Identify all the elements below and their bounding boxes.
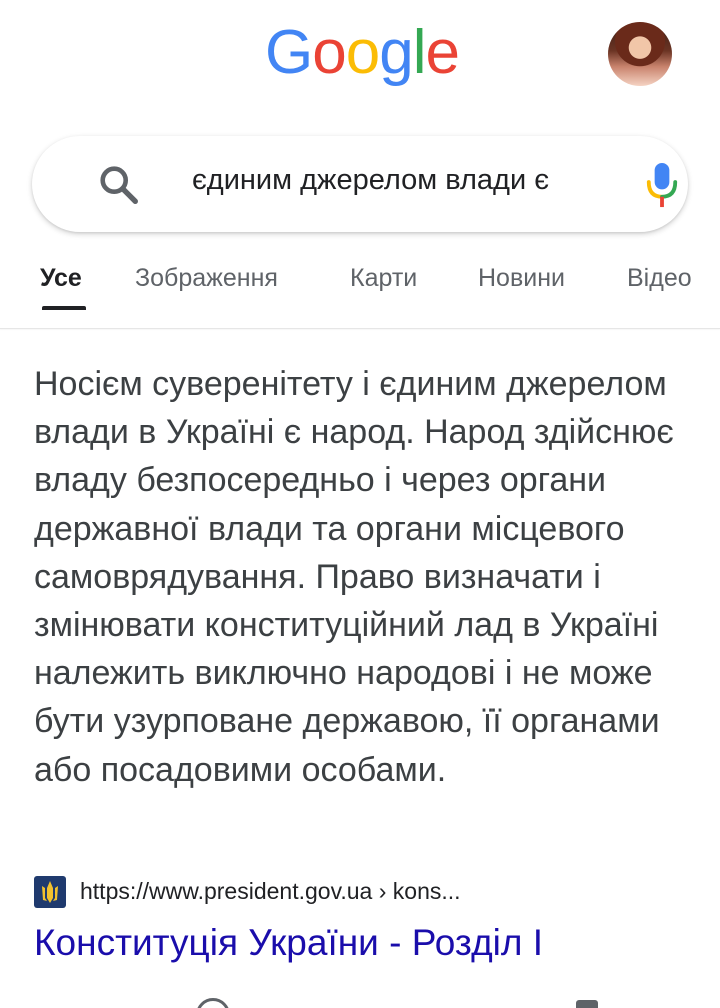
- search-results-page: Google єдиним джерелом влади є Усе Зобра…: [0, 0, 720, 1008]
- tab-images[interactable]: Зображення: [135, 264, 278, 293]
- site-favicon-icon: [34, 876, 66, 908]
- search-tabs: Усе Зображення Карти Новини Відео: [0, 252, 720, 329]
- tab-maps[interactable]: Карти: [350, 264, 417, 293]
- logo-letter: g: [379, 18, 413, 87]
- logo-letter: l: [412, 18, 427, 87]
- google-logo[interactable]: Google: [265, 18, 460, 87]
- logo-letter: e: [425, 18, 459, 87]
- microphone-icon[interactable]: [644, 160, 680, 210]
- logo-letter: G: [265, 18, 313, 87]
- tab-news[interactable]: Новини: [478, 264, 565, 293]
- feedback-icon[interactable]: [196, 998, 230, 1008]
- search-icon[interactable]: [96, 162, 142, 208]
- tab-videos[interactable]: Відео: [627, 264, 692, 293]
- result-url[interactable]: https://www.president.gov.ua › kons...: [80, 878, 461, 905]
- search-bar[interactable]: єдиним джерелом влади є: [32, 136, 688, 232]
- active-tab-indicator: [42, 306, 86, 310]
- tab-all[interactable]: Усе: [40, 264, 82, 293]
- account-avatar[interactable]: [608, 22, 672, 86]
- search-input[interactable]: єдиним джерелом влади є: [192, 164, 549, 197]
- logo-letter: o: [345, 18, 380, 87]
- featured-snippet-text: Носієм суверенітету і єдиним джерелом вл…: [34, 365, 674, 789]
- more-icon[interactable]: [576, 1000, 598, 1008]
- logo-letter: o: [312, 18, 346, 87]
- result-title-link[interactable]: Конституція України - Розділ I: [34, 922, 543, 964]
